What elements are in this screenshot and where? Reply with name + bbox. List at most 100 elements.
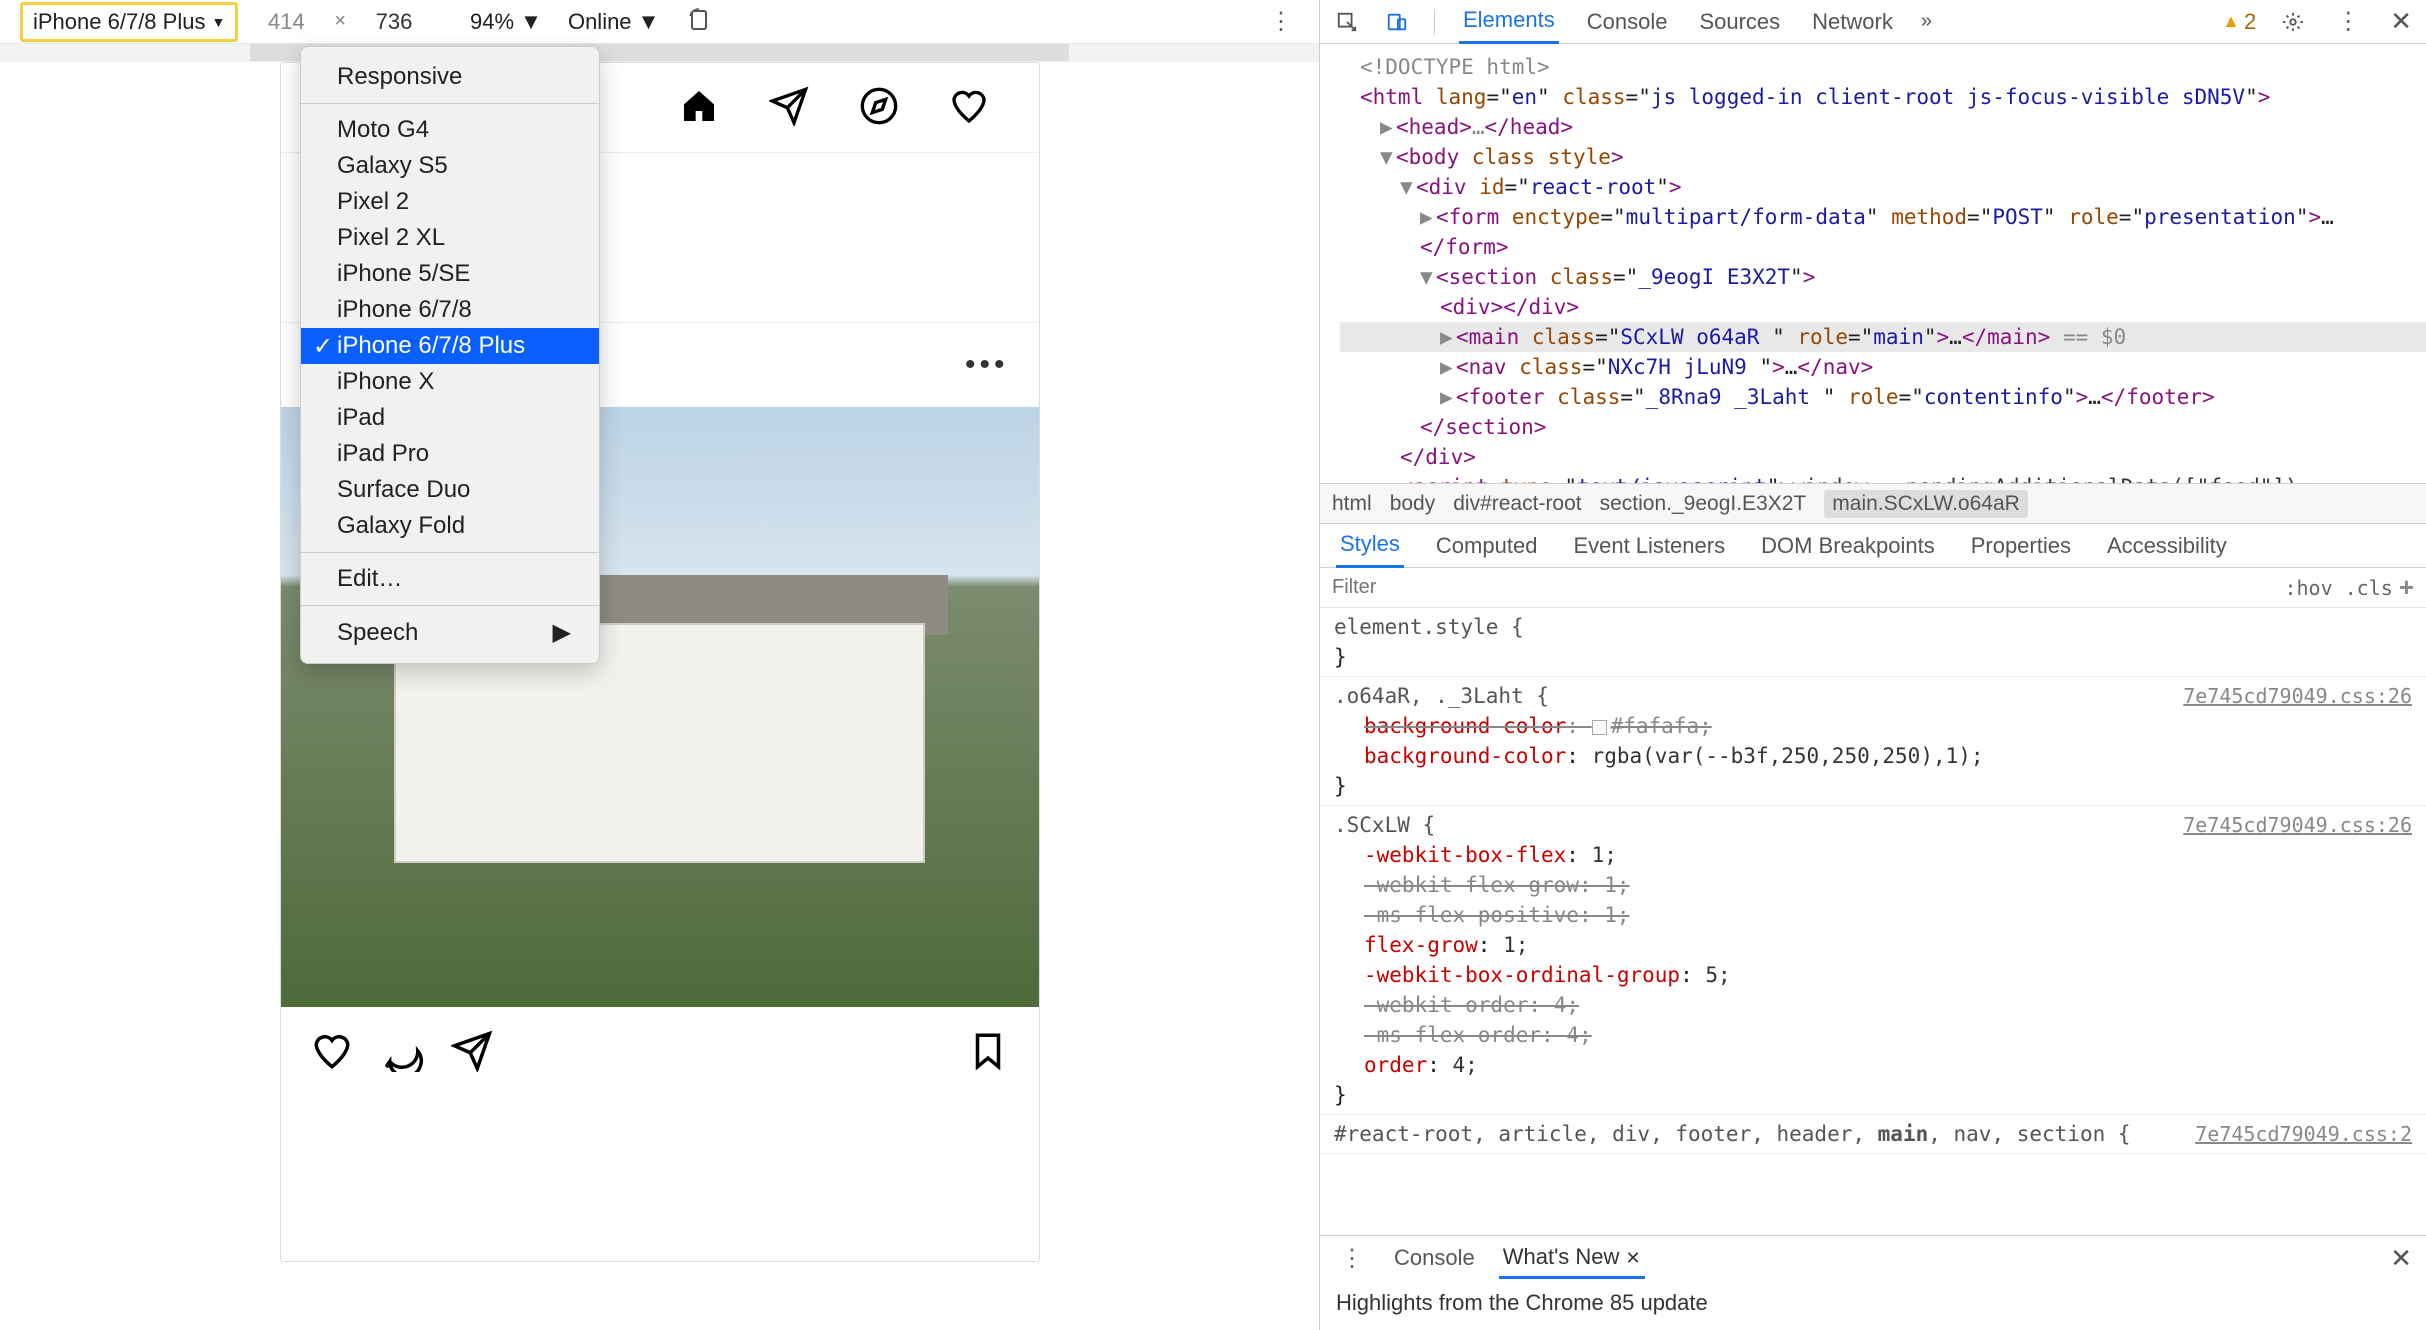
dropdown-item-device[interactable]: iPhone 6/7/8: [301, 292, 599, 328]
style-rule[interactable]: 7e745cd79049.css:26 .SCxLW { -webkit-box…: [1320, 806, 2426, 1115]
styles-tab-breakpoints[interactable]: DOM Breakpoints: [1757, 525, 1939, 567]
close-tab-icon[interactable]: ✕: [1626, 1248, 1641, 1268]
crumb[interactable]: html: [1332, 492, 1372, 516]
styles-tab-styles[interactable]: Styles: [1336, 523, 1404, 568]
dropdown-item-device[interactable]: Pixel 2: [301, 184, 599, 220]
style-rule[interactable]: 7e745cd79049.css:26 .o64aR, ._3Laht { ba…: [1320, 677, 2426, 806]
heart-icon[interactable]: [949, 86, 989, 129]
send-icon[interactable]: [769, 86, 809, 129]
zoom-select[interactable]: 94% ▼: [470, 9, 542, 35]
drawer-close-icon[interactable]: ✕: [2390, 1243, 2412, 1274]
dropdown-item-device[interactable]: Galaxy S5: [301, 148, 599, 184]
rule-source-link[interactable]: 7e745cd79049.css:2: [2195, 1119, 2412, 1149]
tab-network[interactable]: Network: [1808, 1, 1897, 43]
dom-line[interactable]: ▶<nav class="NXc7H jLuN9 ">…</nav>: [1340, 352, 2426, 382]
hov-toggle[interactable]: :hov: [2278, 574, 2338, 602]
dom-line[interactable]: </section>: [1340, 412, 2426, 442]
rotate-icon[interactable]: [687, 8, 711, 35]
dropdown-item-device[interactable]: Moto G4: [301, 112, 599, 148]
comment-icon[interactable]: [381, 1030, 423, 1075]
inspect-icon[interactable]: [1334, 9, 1360, 35]
crumb-active[interactable]: main.SCxLW.o64aR: [1824, 490, 2028, 518]
devtools-more-icon[interactable]: ⋮: [2330, 7, 2366, 36]
bookmark-icon[interactable]: [967, 1030, 1009, 1075]
dropdown-item-speech[interactable]: Speech▶: [301, 614, 599, 651]
device-more-menu[interactable]: ⋮: [1263, 7, 1299, 36]
tab-sources[interactable]: Sources: [1695, 1, 1784, 43]
drawer-tab-whatsnew[interactable]: What's New ✕: [1499, 1238, 1645, 1279]
dropdown-item-device[interactable]: iPad: [301, 400, 599, 436]
css-property[interactable]: flex-grow: 1;: [1334, 930, 2412, 960]
css-property[interactable]: -ms-flex-order: 4;: [1334, 1020, 2412, 1050]
devtools-close-icon[interactable]: ✕: [2390, 6, 2412, 37]
add-rule-icon[interactable]: +: [2399, 572, 2414, 603]
dom-line[interactable]: </form>: [1340, 232, 2426, 262]
dom-line[interactable]: ▶<form enctype="multipart/form-data" met…: [1340, 202, 2426, 232]
dropdown-item-responsive[interactable]: Responsive: [301, 59, 599, 95]
css-property[interactable]: -webkit-box-flex: 1;: [1334, 840, 2412, 870]
styles-tab-computed[interactable]: Computed: [1432, 525, 1542, 567]
styles-tab-accessibility[interactable]: Accessibility: [2103, 525, 2231, 567]
dom-line-selected[interactable]: ▶<main class="SCxLW o64aR " role="main">…: [1340, 322, 2426, 352]
dropdown-item-device[interactable]: iPhone 5/SE: [301, 256, 599, 292]
dropdown-item-device[interactable]: iPhone X: [301, 364, 599, 400]
dom-line[interactable]: <!DOCTYPE html>: [1340, 52, 2426, 82]
dom-line[interactable]: ▶<head>…</head>: [1340, 112, 2426, 142]
cls-toggle[interactable]: .cls: [2339, 574, 2399, 602]
style-rule[interactable]: 7e745cd79049.css:2 #react-root, article,…: [1320, 1115, 2426, 1154]
styles-panel[interactable]: element.style { } 7e745cd79049.css:26 .o…: [1320, 608, 2426, 1235]
device-width-input[interactable]: [246, 7, 326, 37]
css-property[interactable]: -ms-flex-positive: 1;: [1334, 900, 2412, 930]
warning-badge[interactable]: 2: [2222, 9, 2256, 35]
drawer-menu-icon[interactable]: ⋮: [1334, 1244, 1370, 1273]
css-property[interactable]: -webkit-flex-grow: 1;: [1334, 870, 2412, 900]
rule-source-link[interactable]: 7e745cd79049.css:26: [2183, 810, 2412, 840]
settings-gear-icon[interactable]: [2280, 9, 2306, 35]
crumb[interactable]: section._9eogI.E3X2T: [1600, 492, 1807, 516]
device-toggle-icon[interactable]: [1384, 9, 1410, 35]
dropdown-item-device[interactable]: Pixel 2 XL: [301, 220, 599, 256]
styles-tab-properties[interactable]: Properties: [1967, 525, 2075, 567]
device-height-input[interactable]: [354, 7, 434, 37]
css-property[interactable]: background-color: rgba(var(--b3f,250,250…: [1334, 741, 2412, 771]
device-select-dropdown[interactable]: iPhone 6/7/8 Plus ▼: [20, 2, 238, 42]
dom-line[interactable]: <html lang="en" class="js logged-in clie…: [1340, 82, 2426, 112]
dropdown-item-edit[interactable]: Edit…: [301, 561, 599, 597]
share-icon[interactable]: [451, 1030, 493, 1075]
color-swatch-icon[interactable]: [1592, 720, 1607, 735]
breadcrumbs: html body div#react-root section._9eogI.…: [1320, 484, 2426, 524]
explore-icon[interactable]: [859, 86, 899, 129]
dropdown-item-device[interactable]: iPad Pro: [301, 436, 599, 472]
css-property[interactable]: background-color: #fafafa;: [1334, 711, 2412, 741]
dropdown-item-device[interactable]: Galaxy Fold: [301, 508, 599, 544]
dom-line[interactable]: ▶<footer class="_8Rna9 _3Laht " role="co…: [1340, 382, 2426, 412]
like-icon[interactable]: [311, 1030, 353, 1075]
css-property[interactable]: -webkit-box-ordinal-group: 5;: [1334, 960, 2412, 990]
dom-line[interactable]: ▼<div id="react-root">: [1340, 172, 2426, 202]
css-property[interactable]: order: 4;: [1334, 1050, 2412, 1080]
style-rule[interactable]: element.style { }: [1320, 608, 2426, 677]
elements-tree[interactable]: <!DOCTYPE html> <html lang="en" class="j…: [1320, 44, 2426, 484]
crumb[interactable]: body: [1390, 492, 1436, 516]
drawer-body: Highlights from the Chrome 85 update: [1320, 1280, 2426, 1330]
dom-line[interactable]: ▼<section class="_9eogI E3X2T">: [1340, 262, 2426, 292]
tab-elements[interactable]: Elements: [1459, 0, 1559, 44]
styles-tab-listeners[interactable]: Event Listeners: [1569, 525, 1729, 567]
dom-line[interactable]: </div>: [1340, 442, 2426, 472]
tab-console[interactable]: Console: [1583, 1, 1672, 43]
throttle-select[interactable]: Online ▼: [568, 9, 659, 35]
rule-source-link[interactable]: 7e745cd79049.css:26: [2183, 681, 2412, 711]
dom-line[interactable]: <div></div>: [1340, 292, 2426, 322]
tabs-overflow-icon[interactable]: »: [1921, 10, 1932, 33]
dropdown-item-device[interactable]: iPhone 6/7/8 Plus: [301, 328, 599, 364]
post-more-icon[interactable]: •••: [965, 348, 1009, 382]
css-property[interactable]: -webkit-order: 4;: [1334, 990, 2412, 1020]
crumb[interactable]: div#react-root: [1453, 492, 1581, 516]
rule-selector: element.style {: [1334, 612, 2412, 642]
dom-line[interactable]: <script type="text/javascript">window.__…: [1340, 472, 2426, 484]
dropdown-item-device[interactable]: Surface Duo: [301, 472, 599, 508]
drawer-tab-console[interactable]: Console: [1390, 1239, 1479, 1277]
home-icon[interactable]: [679, 86, 719, 129]
styles-filter-input[interactable]: [1332, 576, 2278, 599]
dom-line[interactable]: ▼<body class style>: [1340, 142, 2426, 172]
